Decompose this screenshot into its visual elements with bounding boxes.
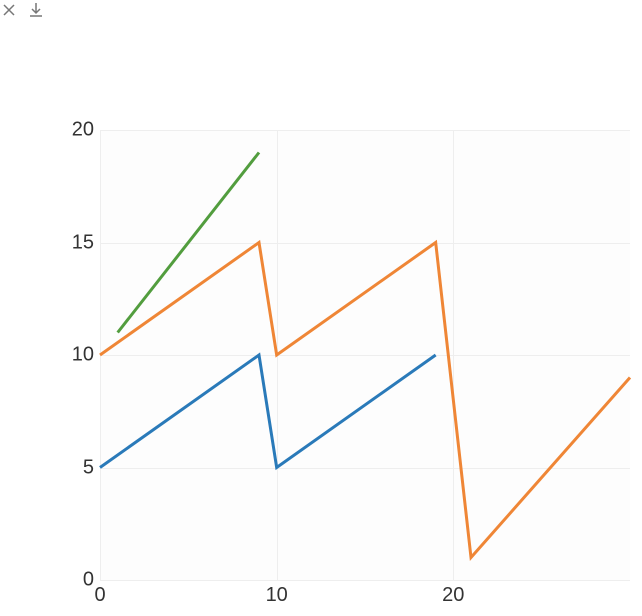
- download-icon[interactable]: [28, 2, 44, 23]
- x-tick-20: 20: [442, 584, 464, 607]
- gridline-y-0: [100, 580, 630, 581]
- y-tick-20: 20: [60, 119, 94, 142]
- x-tick-0: 0: [94, 584, 105, 607]
- toolbar: [2, 2, 44, 23]
- y-tick-5: 5: [60, 456, 94, 479]
- series-blue: [100, 355, 436, 468]
- x-tick-10: 10: [266, 584, 288, 607]
- series-orange: [100, 243, 630, 558]
- y-tick-10: 10: [60, 344, 94, 367]
- y-tick-0: 0: [60, 569, 94, 592]
- chart: 0 5 10 15 20 0 10 20: [60, 130, 620, 600]
- chart-lines: [100, 130, 630, 580]
- clear-icon[interactable]: [2, 3, 16, 22]
- y-tick-15: 15: [60, 231, 94, 254]
- series-green: [118, 153, 259, 333]
- plot-area: [100, 130, 630, 580]
